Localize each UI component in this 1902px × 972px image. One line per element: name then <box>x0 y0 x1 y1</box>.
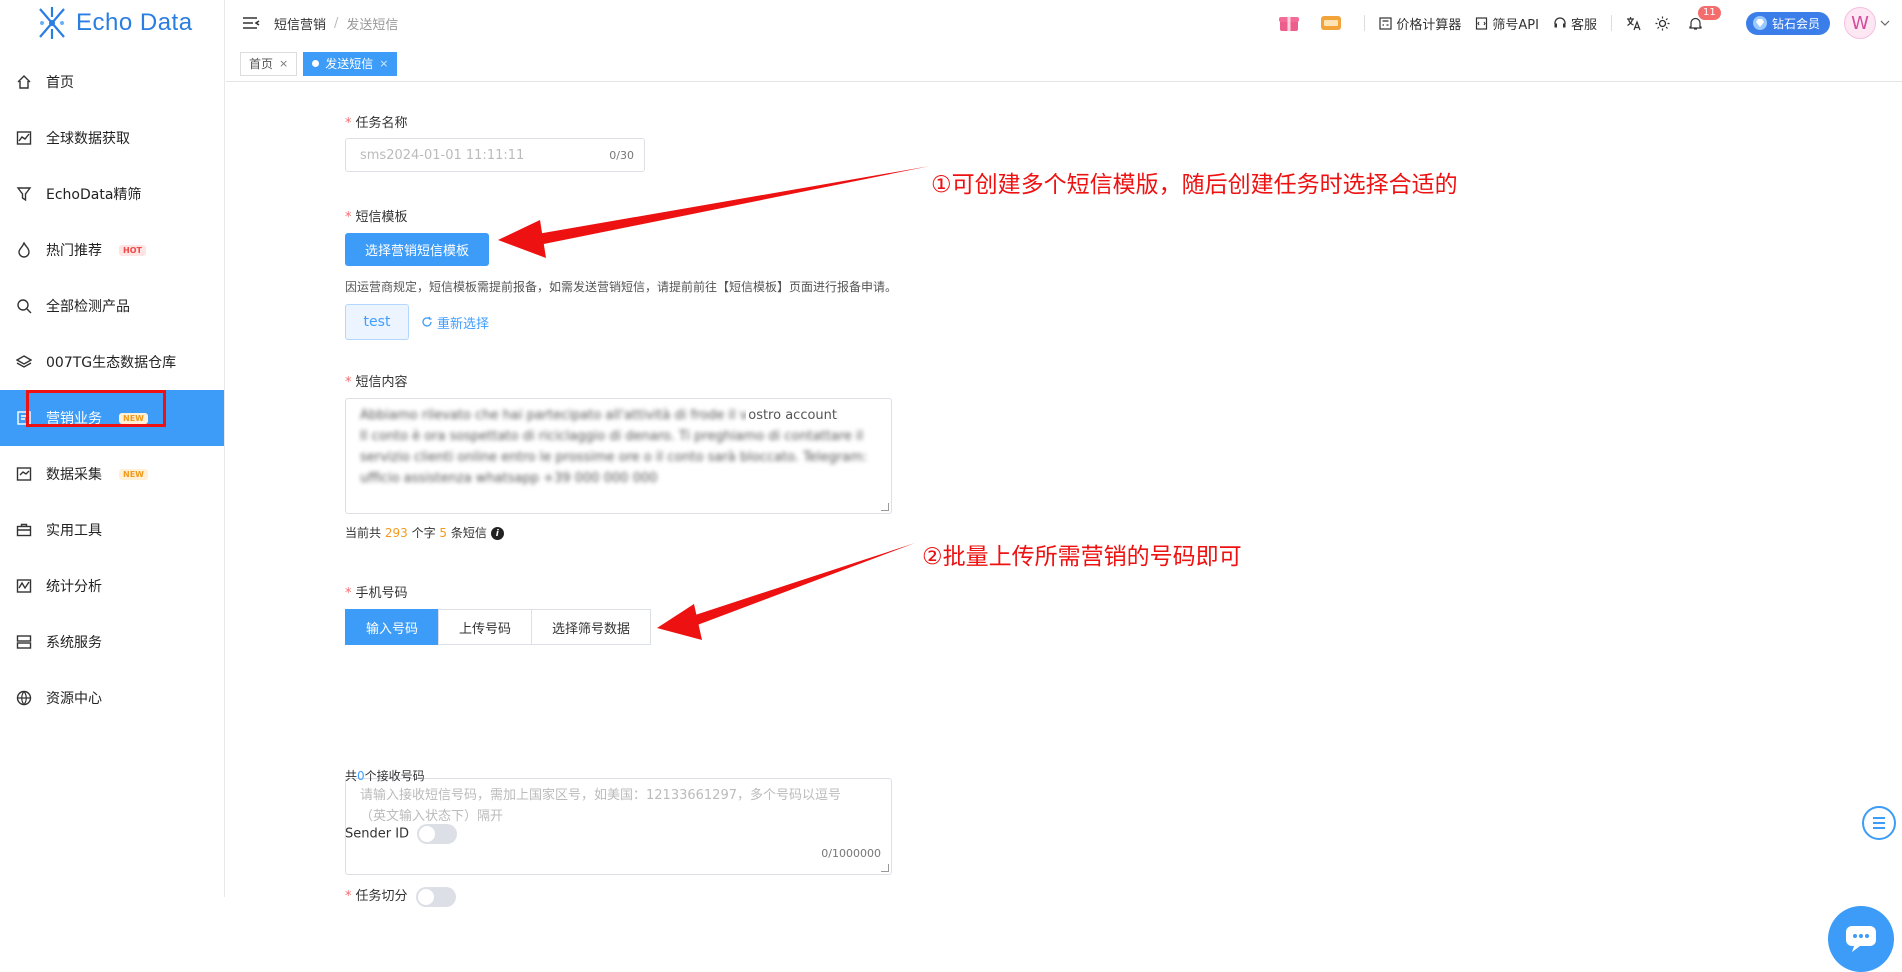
chat-bubble-icon <box>1844 924 1878 954</box>
annotation-text-1: ①可创建多个短信模版，随后创建任务时选择合适的 <box>931 165 1458 199</box>
annotation-arrow-2 <box>657 543 915 640</box>
annotation-text-2: ②批量上传所需营销的号码即可 <box>922 537 1242 571</box>
annotation-arrow-1 <box>498 166 930 258</box>
chat-support-button[interactable] <box>1828 906 1894 972</box>
annotation-arrows <box>0 0 1902 897</box>
